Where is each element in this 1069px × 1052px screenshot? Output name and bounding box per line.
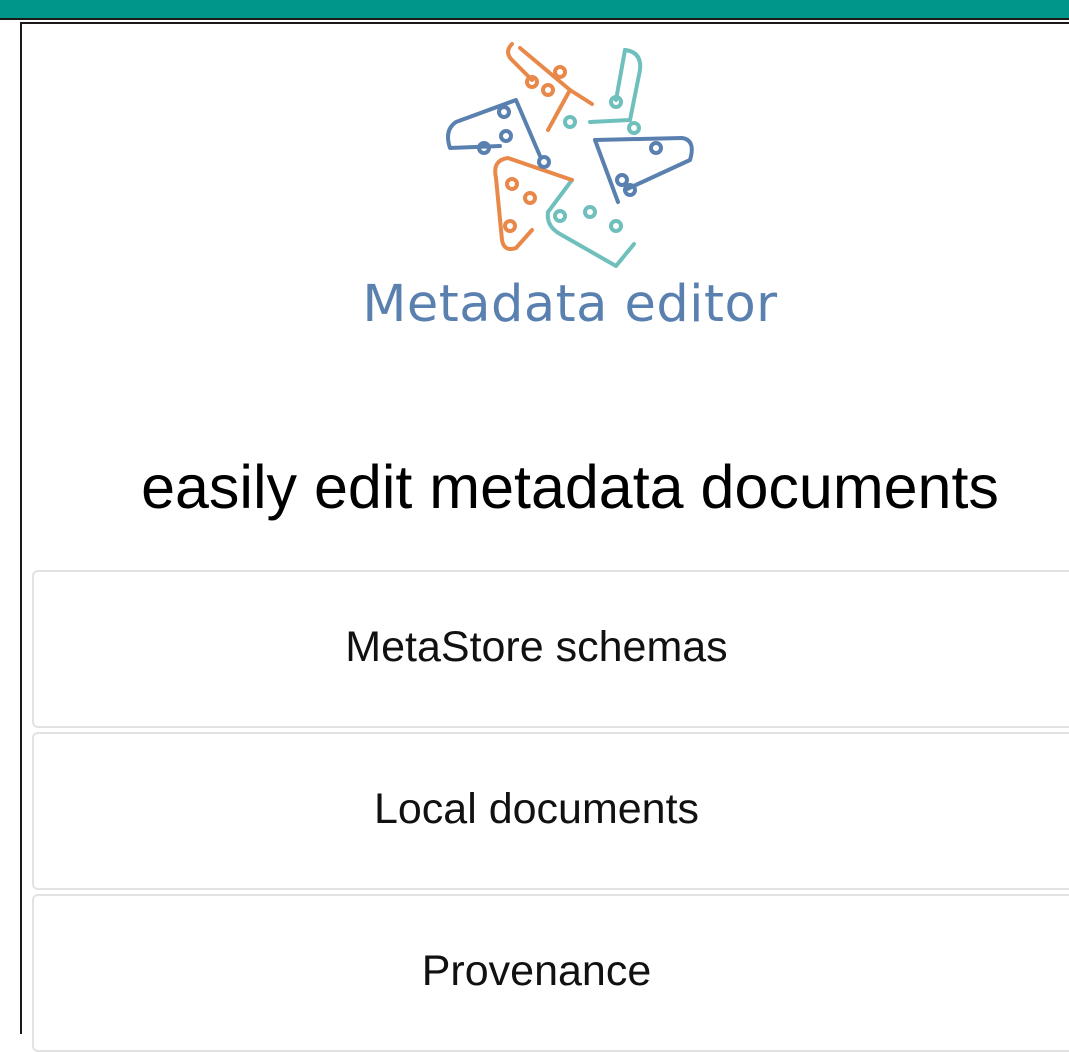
menu-item-label: MetaStore schemas [345,623,728,671]
metadata-editor-logo-icon [446,42,694,268]
menu-item-local-documents[interactable]: Local documents [32,732,1069,890]
menu-item-label: Provenance [421,947,652,995]
top-bar [0,0,1069,20]
menu-item-label: Local documents [373,785,700,833]
menu-item-provenance[interactable]: Provenance [32,894,1069,1052]
menu-item-metastore-schemas[interactable]: MetaStore schemas [32,570,1069,728]
tagline: easily edit metadata documents [141,453,999,521]
app-name: Metadata editor [362,275,778,334]
